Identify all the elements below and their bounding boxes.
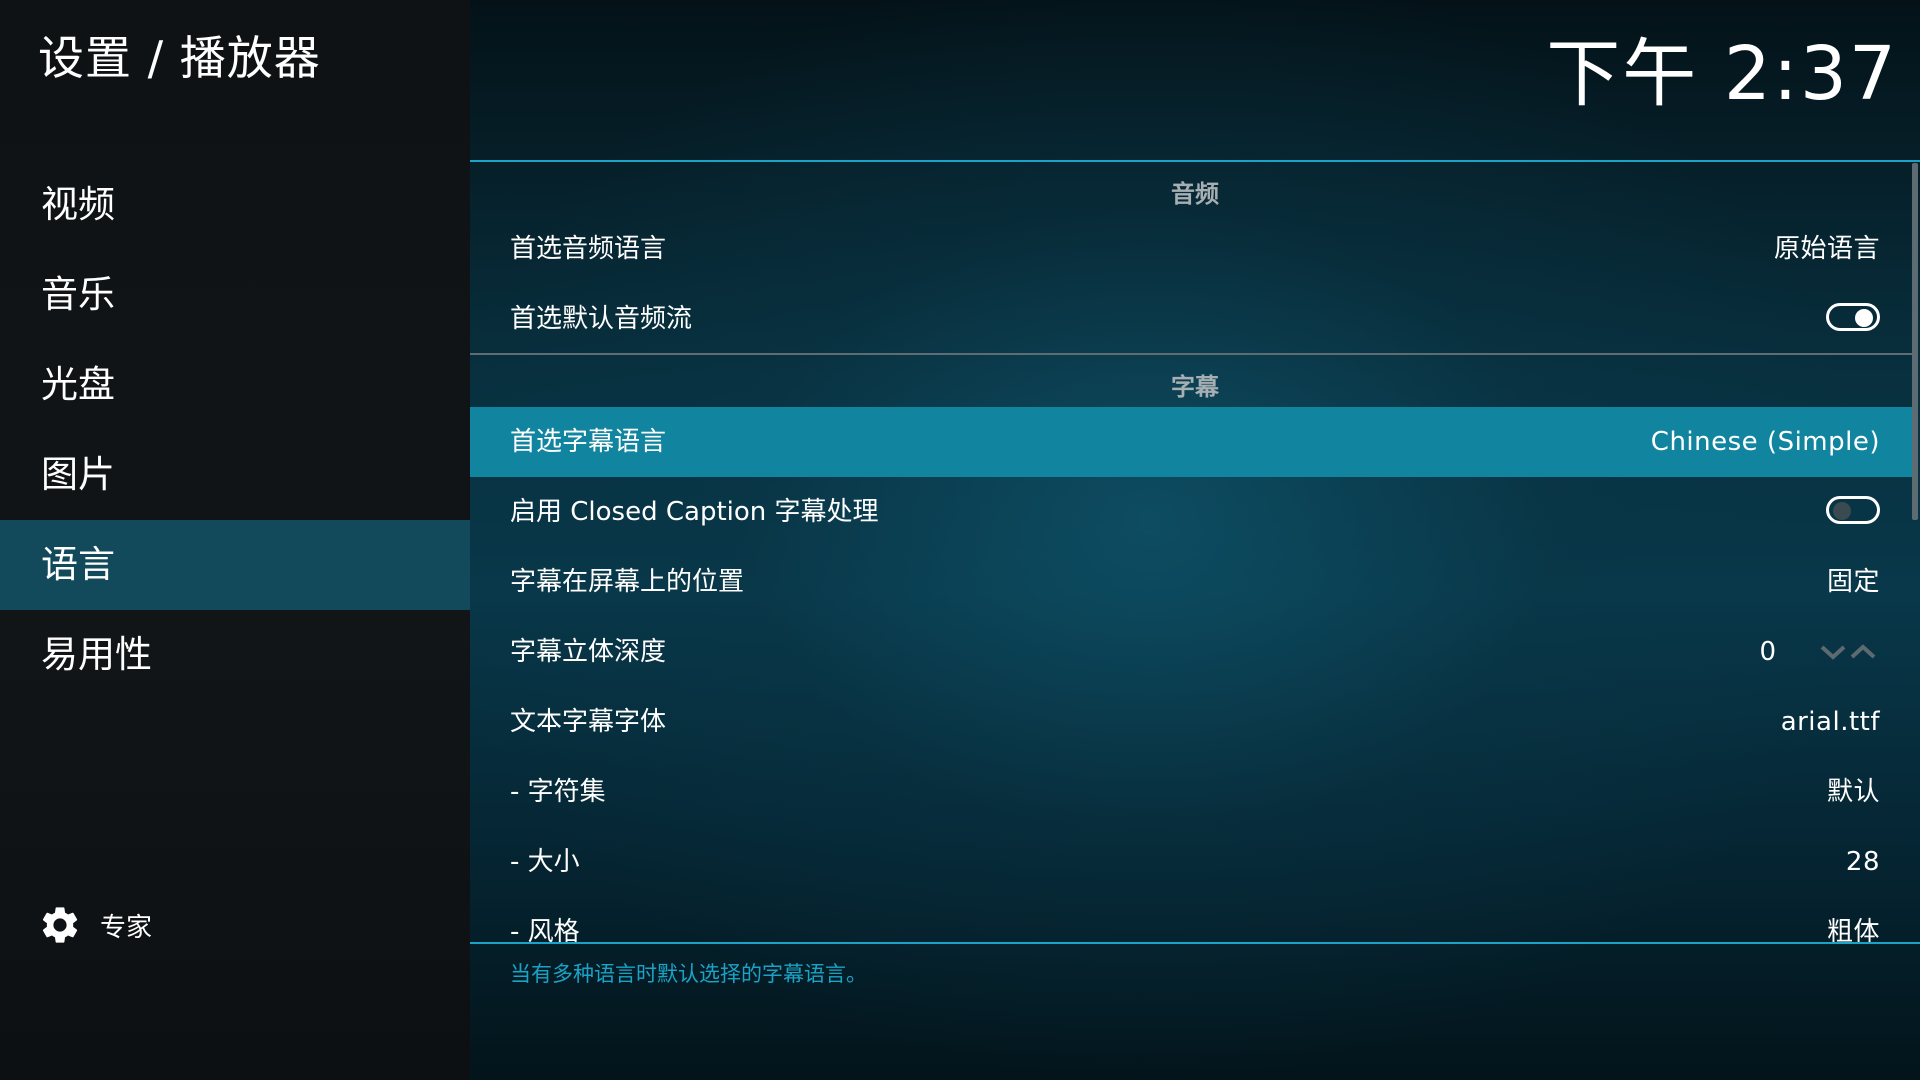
setting-stereoscopic-depth[interactable]: 字幕立体深度 0 [470, 617, 1916, 687]
setting-label: - 大小 [510, 847, 580, 877]
setting-value: 原始语言 [1773, 234, 1880, 264]
section-header-subtitles: 字幕 [1171, 373, 1219, 401]
settings-level-label: 专家 [100, 912, 153, 943]
setting-preferred-audio-language[interactable]: 首选音频语言 原始语言 [470, 214, 1916, 284]
setting-label: 首选字幕语言 [510, 427, 667, 457]
setting-closed-caption[interactable]: 启用 Closed Caption 字幕处理 [470, 477, 1916, 547]
settings-window: 设置 / 播放器 视频 音乐 光盘 图片 语言 易用性 专家 下午 2:37 音… [0, 0, 1920, 1080]
setting-label: 字幕在屏幕上的位置 [510, 567, 745, 597]
setting-label: - 字符集 [510, 777, 606, 807]
setting-label: 首选音频语言 [510, 234, 667, 264]
setting-preferred-subtitle-language[interactable]: 首选字幕语言 Chinese (Simple) [470, 407, 1916, 477]
scrollbar[interactable] [1912, 163, 1918, 520]
setting-text-font[interactable]: 文本字幕字体 arial.ttf [470, 687, 1916, 757]
setting-value: Chinese (Simple) [1650, 427, 1880, 457]
setting-size[interactable]: - 大小 28 [470, 827, 1916, 897]
setting-label: 文本字幕字体 [510, 707, 667, 737]
settings-list: 音频 首选音频语言 原始语言 首选默认音频流 字幕 首选字幕语言 Chinese… [470, 160, 1920, 947]
section-divider [470, 353, 1916, 355]
setting-value: 28 [1845, 847, 1880, 877]
sidebar: 设置 / 播放器 视频 音乐 光盘 图片 语言 易用性 专家 [0, 0, 470, 1080]
sidebar-item-disc[interactable]: 光盘 [0, 340, 470, 430]
chevron-down-icon[interactable] [1818, 639, 1848, 663]
setting-description: 当有多种语言时默认选择的字幕语言。 [510, 962, 867, 986]
setting-charset[interactable]: - 字符集 默认 [470, 757, 1916, 827]
sidebar-item-video[interactable]: 视频 [0, 160, 470, 250]
setting-label: - 风格 [510, 917, 580, 947]
toggle-switch-off[interactable] [1826, 496, 1880, 524]
setting-label: 字幕立体深度 [510, 637, 667, 667]
setting-value: arial.ttf [1780, 707, 1880, 737]
clock: 下午 2:37 [1546, 31, 1898, 117]
sidebar-item-music[interactable]: 音乐 [0, 250, 470, 340]
setting-value: 0 [1759, 637, 1776, 667]
setting-subtitle-position[interactable]: 字幕在屏幕上的位置 固定 [470, 547, 1916, 617]
setting-value: 默认 [1826, 777, 1880, 807]
setting-value: 固定 [1826, 567, 1880, 597]
settings-level-button[interactable]: 专家 [38, 900, 152, 950]
toggle-knob [1833, 502, 1851, 520]
chevron-up-icon[interactable] [1848, 639, 1878, 663]
sidebar-item-pictures[interactable]: 图片 [0, 430, 470, 520]
setting-style[interactable]: - 风格 粗体 [470, 897, 1916, 947]
toggle-knob [1855, 309, 1873, 327]
sidebar-item-accessibility[interactable]: 易用性 [0, 610, 470, 700]
toggle-switch-on[interactable] [1826, 303, 1880, 331]
setting-prefer-default-audio-stream[interactable]: 首选默认音频流 [470, 284, 1916, 354]
description-divider [470, 942, 1920, 944]
setting-label: 首选默认音频流 [510, 304, 693, 334]
page-title: 设置 / 播放器 [38, 31, 321, 85]
section-header-audio: 音频 [1171, 180, 1219, 208]
sidebar-item-language[interactable]: 语言 [0, 520, 470, 610]
setting-label: 启用 Closed Caption 字幕处理 [510, 497, 879, 527]
setting-value: 粗体 [1826, 917, 1880, 947]
gear-icon [38, 903, 82, 947]
